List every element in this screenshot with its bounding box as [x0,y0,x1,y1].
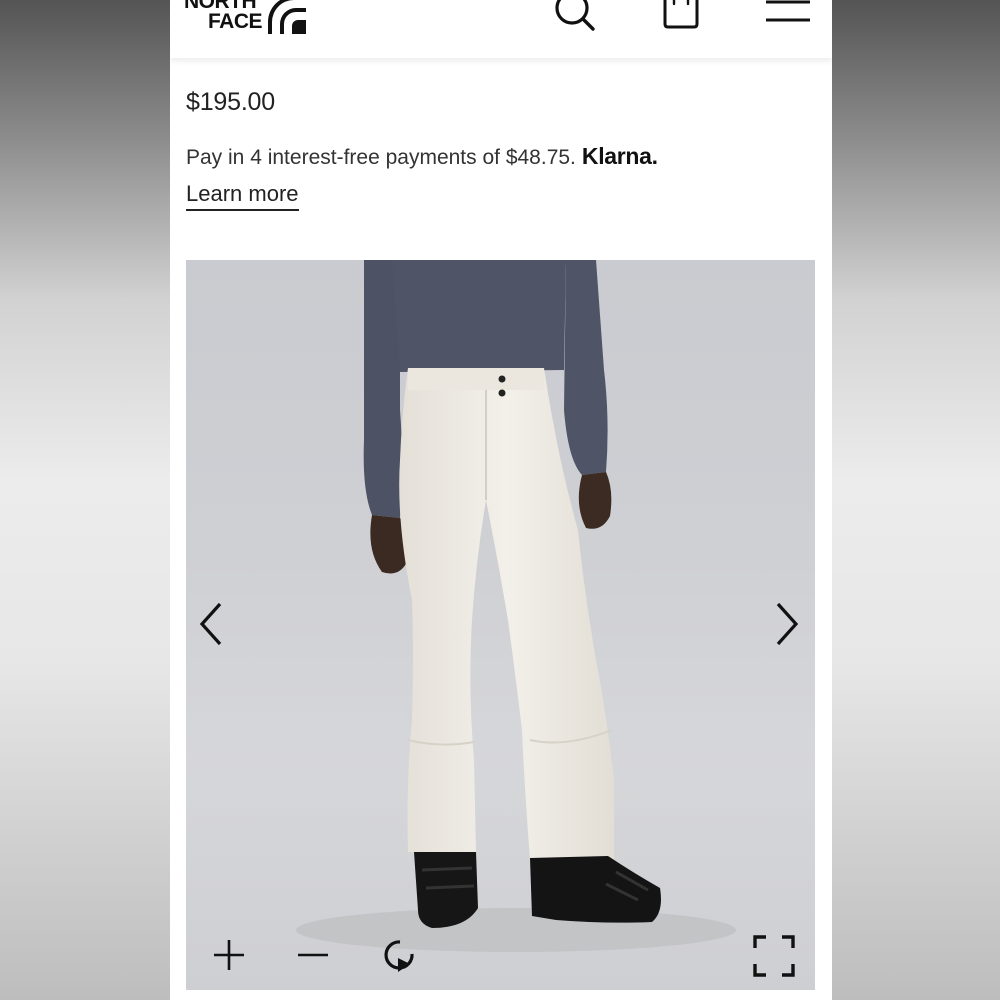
product-page: NORTH FACE $195.00 Pay in 4 interest-fre… [170,0,832,1000]
minus-icon[interactable] [296,938,330,972]
logo-mark-icon [268,0,306,34]
product-image-gallery[interactable] [186,260,815,990]
menu-icon[interactable] [764,0,816,34]
shopping-bag-icon[interactable] [660,0,704,34]
logo-line-2: FACE [208,10,263,33]
plus-icon[interactable] [212,938,246,972]
background-blur-right [832,0,1000,1000]
rotate-icon[interactable] [380,934,420,976]
learn-more-link[interactable]: Learn more [186,181,299,211]
chevron-left-icon[interactable] [198,600,228,648]
installment-text: Pay in 4 interest-free payments of $48.7… [186,146,576,169]
brand-logo[interactable]: NORTH FACE [184,0,314,38]
background-blur-left [0,0,170,1000]
product-photo [186,260,815,990]
installment-info: Pay in 4 interest-free payments of $48.7… [186,143,658,170]
klarna-logo: Klarna. [581,143,658,169]
fullscreen-icon[interactable] [752,934,796,978]
search-icon[interactable] [550,0,598,34]
product-price: $195.00 [186,88,275,116]
chevron-right-icon[interactable] [772,600,802,648]
site-header: NORTH FACE [170,0,832,58]
